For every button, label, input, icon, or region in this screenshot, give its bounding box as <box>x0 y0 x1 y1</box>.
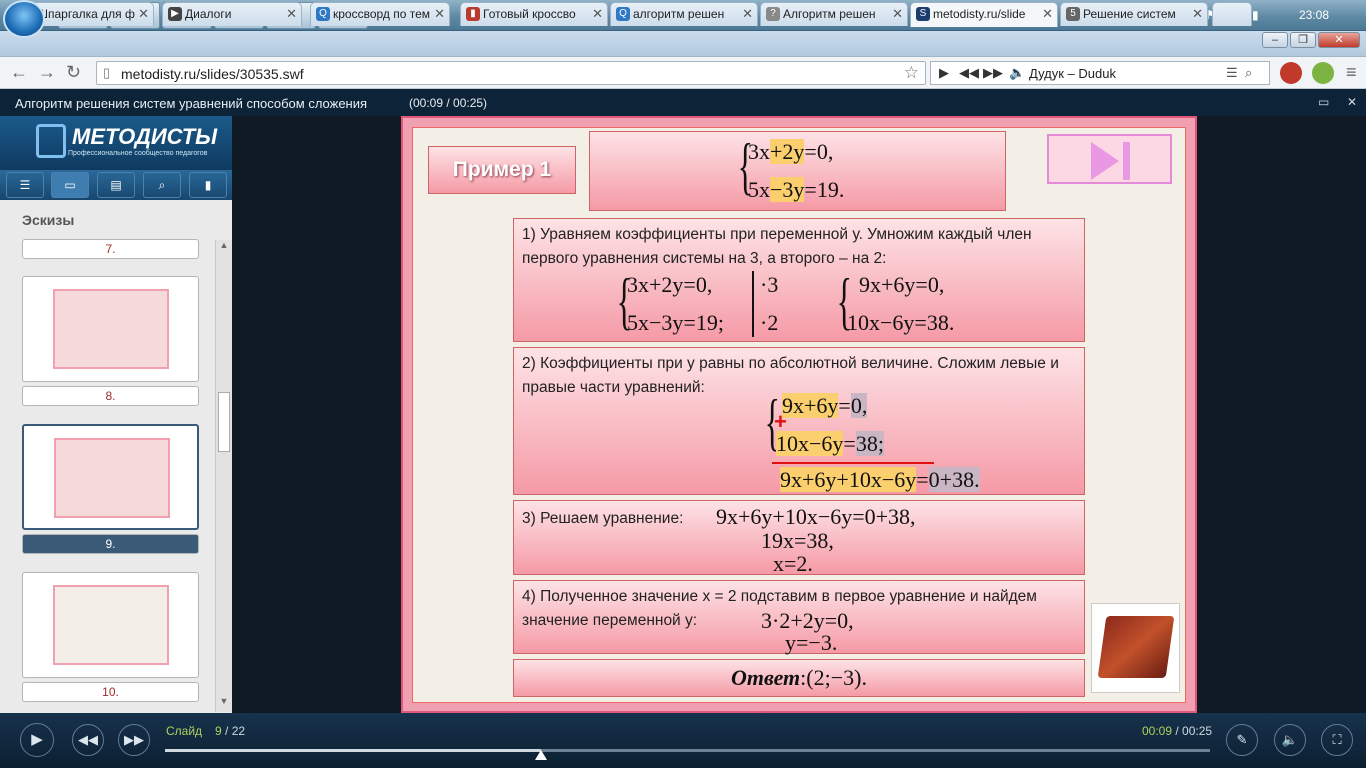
speaker-icon[interactable]: 🔈 <box>1009 65 1025 81</box>
close-icon[interactable]: ✕ <box>592 6 603 22</box>
thumbnails-heading: Эскизы <box>22 212 75 228</box>
url-input[interactable]: ▯ metodisty.ru/slides/30535.swf ☆ <box>96 61 926 85</box>
step-4-box: 4) Полученное значение x = 2 подставим в… <box>513 580 1085 655</box>
thumb-image <box>53 585 169 665</box>
new-tab-button[interactable] <box>1212 2 1252 26</box>
thumb-slide-10[interactable] <box>22 572 199 678</box>
tab-5[interactable]: Qалгоритм решен ✕ <box>610 2 758 26</box>
scroll-thumb[interactable] <box>218 392 230 452</box>
outline-icon[interactable]: ☰ <box>6 172 44 198</box>
thumb-label-7[interactable]: 7. <box>22 239 199 259</box>
thumbs-scrollbar[interactable]: ▲ ▼ <box>215 240 232 712</box>
back-icon[interactable]: ← <box>10 62 28 83</box>
book-icon <box>1091 603 1180 693</box>
page-icon: ▯ <box>103 65 111 80</box>
book-icon: ▮ <box>466 7 480 21</box>
list-icon[interactable]: ☰ <box>1226 65 1238 81</box>
player-controls <box>0 713 1366 768</box>
tab-2[interactable]: ▶ Диалоги ✕ <box>162 2 302 26</box>
start-button[interactable] <box>3 0 45 38</box>
play-icon[interactable]: ▶ <box>939 65 949 81</box>
logo-icon <box>36 124 66 158</box>
next-icon <box>1091 142 1119 180</box>
notes-icon[interactable]: ▤ <box>97 172 135 198</box>
play-icon: ▶ <box>168 7 182 21</box>
time-counter: 00:09 / 00:25 <box>1142 724 1213 738</box>
system-box: { 3x+2y=0, 5x−3y=19. <box>589 130 1006 211</box>
attachment-icon[interactable]: ▮ <box>189 172 227 198</box>
progress-fill <box>165 749 542 752</box>
clock[interactable]: 23:08 <box>1299 8 1329 22</box>
rewind-icon[interactable]: ◀◀ <box>959 65 979 81</box>
progress-handle[interactable] <box>535 750 548 760</box>
minimize-button[interactable]: – <box>1262 32 1288 48</box>
close-window-button[interactable]: ✕ <box>1318 32 1360 48</box>
step-3-box: 3) Решаем уравнение: 9x+6y+10x−6y=0+38, … <box>513 500 1085 576</box>
audio-player: ▶ ◀◀ ▶▶ 🔈 Дудук – Duduk ☰ ⌕ <box>930 61 1270 85</box>
tab-strip <box>0 31 1366 57</box>
presentation-title: Алгоритм решения систем уравнений способ… <box>15 96 368 111</box>
logo: МЕТОДИСТЫ Профессиональное сообщество пе… <box>0 116 232 170</box>
close-icon[interactable]: ✕ <box>138 6 149 22</box>
answer-box: Ответ:(2;−3). <box>513 659 1085 697</box>
thumb-label-8[interactable]: 8. <box>22 386 199 406</box>
step-2-box: 2) Коэффициенты при у равны по абсолютно… <box>513 347 1085 495</box>
thumb-slide-9[interactable] <box>22 424 199 530</box>
play-button[interactable]: ▶ <box>20 723 54 757</box>
next-slide-button[interactable] <box>1047 134 1172 184</box>
close-icon[interactable]: ✕ <box>286 6 297 22</box>
extension-green-icon[interactable] <box>1312 62 1334 84</box>
tab-3[interactable]: Qкроссворд по тем ✕ <box>310 2 450 26</box>
extension-369-icon[interactable] <box>1280 62 1302 84</box>
close-icon[interactable]: ✕ <box>1042 6 1053 22</box>
star-icon[interactable]: ☆ <box>904 63 919 83</box>
search-icon[interactable]: ⌕ <box>1245 65 1252 81</box>
thumb-slide-8[interactable] <box>22 276 199 382</box>
presentation-time: (00:09 / 00:25) <box>409 96 488 110</box>
menu-icon[interactable]: ≡ <box>1346 62 1357 83</box>
thumb-label-10[interactable]: 10. <box>22 682 199 702</box>
restore-icon[interactable]: ▭ <box>1318 95 1329 109</box>
track-title: Дудук – Duduk <box>1029 66 1116 81</box>
maximize-button[interactable]: ❐ <box>1290 32 1316 48</box>
previous-slide-button[interactable]: ◀◀ <box>72 724 104 756</box>
tab-4[interactable]: ▮ Готовый кроссво ✕ <box>460 2 608 26</box>
tab-7-active[interactable]: Smetodisty.ru/slide ✕ <box>910 2 1058 27</box>
question-icon: ? <box>766 7 780 21</box>
close-icon[interactable]: ✕ <box>742 6 753 22</box>
thumb-image <box>54 438 170 518</box>
scroll-down-icon[interactable]: ▼ <box>216 696 232 710</box>
signal-icon[interactable]: ▮ <box>1252 8 1259 22</box>
close-icon[interactable]: ✕ <box>1192 6 1203 22</box>
step-1-box: 1) Уравняем коэффициенты при переменной … <box>513 218 1085 342</box>
search-icon: Q <box>616 7 630 21</box>
example-label: Пример 1 <box>428 146 576 194</box>
volume-icon[interactable]: 🔈 <box>1274 724 1306 756</box>
next-slide-control-button[interactable]: ▶▶ <box>118 724 150 756</box>
search-icon: Q <box>316 7 330 21</box>
close-icon[interactable]: ✕ <box>892 6 903 22</box>
scroll-up-icon[interactable]: ▲ <box>216 240 232 254</box>
close-icon[interactable]: ✕ <box>1347 95 1357 109</box>
reload-icon[interactable]: ↻ <box>66 62 81 83</box>
fast-forward-icon[interactable]: ▶▶ <box>983 65 1003 81</box>
search-icon[interactable]: ⌕ <box>143 172 181 198</box>
forward-icon[interactable]: → <box>38 62 56 83</box>
thumbnails-icon[interactable]: ▭ <box>51 172 89 198</box>
slide-counter: 9 / 22 <box>215 724 246 738</box>
thumb-image <box>53 289 169 369</box>
tab-8[interactable]: 5 Решение систем ✕ <box>1060 2 1208 26</box>
close-icon[interactable]: ✕ <box>434 6 445 22</box>
pen-icon[interactable]: ✎ <box>1226 724 1258 756</box>
plus-sign: + <box>774 409 787 434</box>
tab-6[interactable]: ? Алгоритм решен ✕ <box>760 2 908 26</box>
thumb-label-9[interactable]: 9. <box>22 534 199 554</box>
slides-icon: S <box>916 7 930 21</box>
slide-label: Слайд <box>166 724 203 738</box>
fullscreen-icon[interactable]: ⛶ <box>1321 724 1353 756</box>
five-icon: 5 <box>1066 7 1080 21</box>
